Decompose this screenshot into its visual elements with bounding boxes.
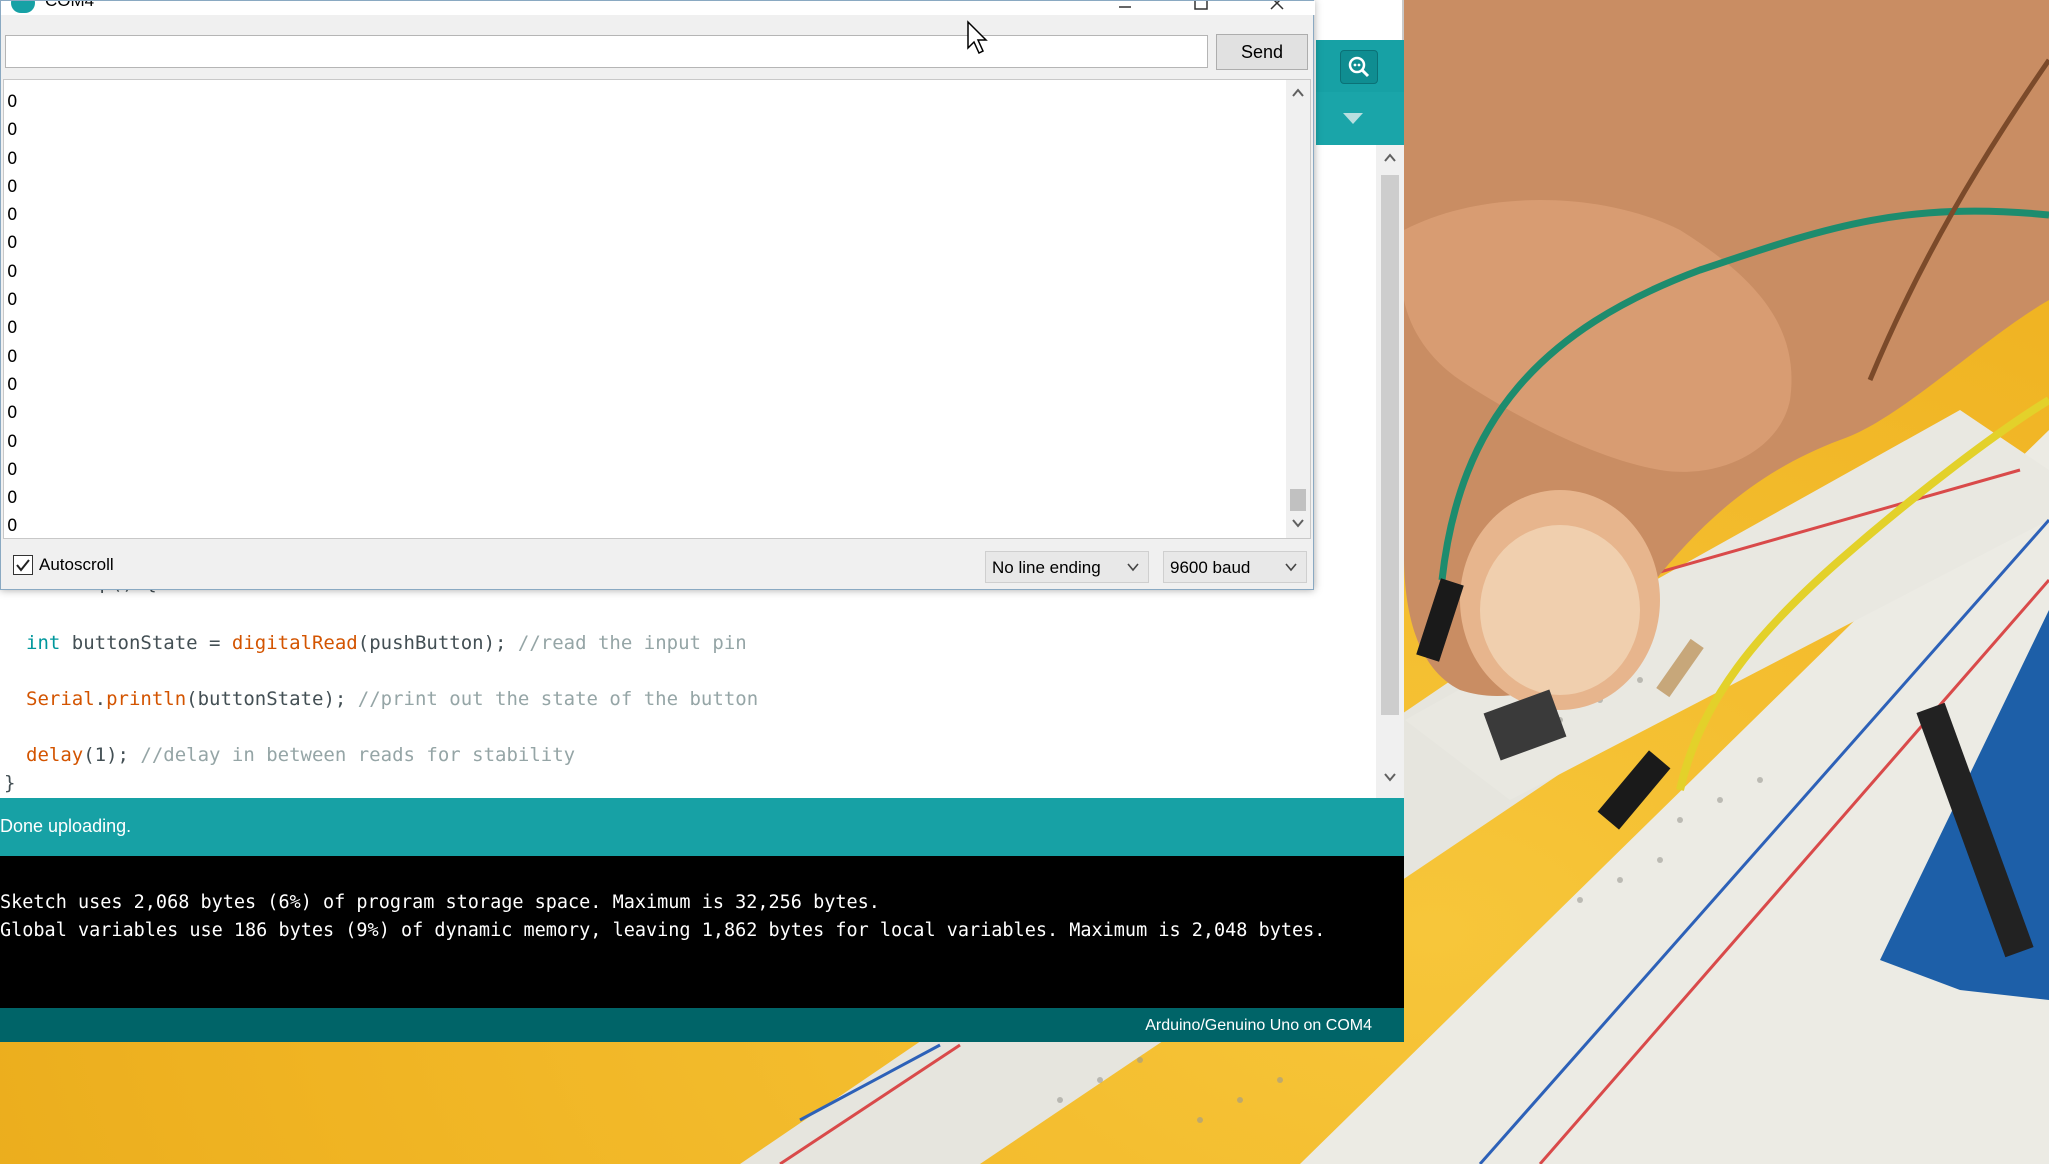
serial-output-line: 0 bbox=[7, 318, 18, 338]
console-output: Sketch uses 2,068 bytes (6%) of program … bbox=[0, 856, 1404, 1008]
serial-output-line: 0 bbox=[7, 290, 18, 310]
code-line-3: delay(1); //delay in between reads for s… bbox=[26, 744, 576, 766]
code-editor[interactable]: void loop() { int buttonState = digitalR… bbox=[0, 572, 1376, 798]
serial-options-row: Autoscroll No line ending 9600 baud bbox=[1, 541, 1313, 589]
code-line-1: int buttonState = digitalRead(pushButton… bbox=[26, 632, 747, 654]
serial-monitor-window: COM4 Send 0000000000000000 Autoscroll No… bbox=[0, 0, 1315, 590]
console-line: Sketch uses 2,068 bytes (6%) of program … bbox=[0, 892, 880, 913]
status-message: Done uploading. bbox=[0, 816, 132, 836]
chevron-down-icon bbox=[1127, 563, 1139, 572]
tab-menu-icon bbox=[1343, 113, 1363, 124]
scroll-up-icon[interactable] bbox=[1383, 151, 1397, 165]
chevron-down-icon bbox=[1285, 563, 1297, 572]
maximize-button[interactable] bbox=[1179, 1, 1223, 15]
close-icon bbox=[1270, 1, 1284, 10]
serial-monitor-icon bbox=[1348, 56, 1370, 78]
minimize-button[interactable] bbox=[1103, 1, 1147, 15]
window-title: COM4 bbox=[45, 1, 94, 11]
code-line-2: Serial.println(buttonState); //print out… bbox=[26, 688, 759, 710]
serial-output-line: 0 bbox=[7, 205, 18, 225]
serial-output-line: 0 bbox=[7, 233, 18, 253]
serial-output-line: 0 bbox=[7, 148, 18, 168]
serial-output-line: 0 bbox=[7, 374, 18, 394]
serial-output-line: 0 bbox=[7, 431, 18, 451]
serial-output-lines: 0000000000000000 bbox=[7, 92, 18, 545]
editor-scrollbar[interactable] bbox=[1376, 145, 1404, 798]
output-scroll-thumb[interactable] bbox=[1290, 489, 1306, 511]
code-closing-brace: } bbox=[4, 772, 16, 794]
check-icon bbox=[16, 559, 30, 572]
serial-output-line: 0 bbox=[7, 459, 18, 479]
editor-scroll-thumb[interactable] bbox=[1381, 175, 1399, 715]
footer-bar: Arduino/Genuino Uno on COM4 bbox=[0, 1008, 1404, 1042]
output-scrollbar[interactable] bbox=[1286, 80, 1310, 538]
line-ending-value: No line ending bbox=[992, 558, 1101, 577]
baud-rate-value: 9600 baud bbox=[1170, 558, 1251, 577]
status-bar: Done uploading. bbox=[0, 798, 1404, 856]
baud-rate-select[interactable]: 9600 baud bbox=[1163, 551, 1307, 583]
scroll-up-icon[interactable] bbox=[1291, 86, 1305, 100]
minimize-icon bbox=[1119, 6, 1131, 8]
autoscroll-label: Autoscroll bbox=[39, 555, 114, 574]
title-bar[interactable]: COM4 bbox=[1, 1, 1315, 15]
close-button[interactable] bbox=[1255, 1, 1299, 15]
scroll-down-icon[interactable] bbox=[1291, 516, 1305, 530]
serial-output-line: 0 bbox=[7, 92, 18, 111]
mouse-cursor-icon bbox=[967, 20, 988, 55]
serial-output-line: 0 bbox=[7, 403, 18, 423]
arduino-app-icon bbox=[11, 1, 35, 13]
board-port-label: Arduino/Genuino Uno on COM4 bbox=[1145, 1017, 1372, 1034]
serial-monitor-button[interactable] bbox=[1340, 50, 1378, 84]
send-button[interactable]: Send bbox=[1216, 34, 1308, 70]
console-line: Global variables use 186 bytes (9%) of d… bbox=[0, 920, 1326, 941]
scroll-down-icon[interactable] bbox=[1383, 770, 1397, 784]
maximize-icon bbox=[1194, 1, 1208, 10]
serial-output-area[interactable]: 0000000000000000 bbox=[3, 79, 1311, 539]
serial-output-line: 0 bbox=[7, 120, 18, 140]
autoscroll-checkbox[interactable] bbox=[13, 555, 33, 575]
send-input[interactable] bbox=[5, 35, 1208, 68]
serial-output-line: 0 bbox=[7, 488, 18, 508]
serial-output-line: 0 bbox=[7, 176, 18, 196]
tab-menu-button[interactable] bbox=[1336, 104, 1370, 134]
serial-output-line: 0 bbox=[7, 261, 18, 281]
line-ending-select[interactable]: No line ending bbox=[985, 551, 1149, 583]
serial-output-line: 0 bbox=[7, 346, 18, 366]
